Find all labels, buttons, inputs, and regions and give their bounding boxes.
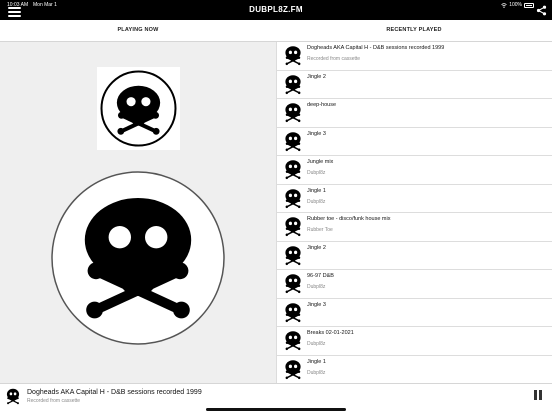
- skull-crossbones-icon: [6, 388, 20, 405]
- share-icon: [536, 5, 547, 16]
- status-indicators: 100%: [501, 2, 534, 8]
- list-item-subtitle: Dubpl8z: [307, 170, 326, 176]
- list-item-title: Jingle 3: [307, 301, 326, 308]
- list-item-subtitle: Dubpl8z: [307, 369, 326, 376]
- skull-crossbones-icon: [283, 101, 303, 123]
- list-item[interactable]: Jingle 1 Dubpl8z: [277, 184, 552, 213]
- skull-crossbones-icon: [283, 73, 303, 95]
- player-track-title: Dogheads AKA Capital H - D&B sessions re…: [27, 389, 202, 396]
- skull-crossbones-icon: [283, 44, 303, 66]
- mini-player: Dogheads AKA Capital H - D&B sessions re…: [0, 383, 552, 414]
- tab-playing-now[interactable]: PLAYING NOW: [0, 20, 276, 41]
- list-item[interactable]: Jungle mix Dubpl8z: [277, 156, 552, 185]
- list-item-title: Jingle 1: [307, 187, 326, 194]
- list-item-title: Jingle 2: [307, 73, 326, 80]
- station-logo: [97, 67, 180, 150]
- playing-now-panel: [0, 42, 276, 383]
- list-item-subtitle: Dubpl8z: [307, 341, 326, 347]
- list-item-title: Breaks 02-01-2021: [307, 330, 354, 336]
- list-item[interactable]: Jingle 2: [277, 70, 552, 99]
- list-item-title: Jungle mix: [307, 159, 334, 165]
- battery-percent: 100%: [509, 2, 522, 8]
- skull-crossbones-icon: [283, 187, 303, 209]
- list-item-title: Dogheads AKA Capital H - D&B sessions re…: [307, 45, 445, 51]
- list-item-title: Jingle 2: [307, 244, 326, 251]
- recently-played-list: Dogheads AKA Capital H - D&B sessions re…: [276, 42, 552, 383]
- list-item[interactable]: Dogheads AKA Capital H - D&B sessions re…: [277, 42, 552, 71]
- list-item[interactable]: Rubber toe - disco/funk house mix Rubber …: [277, 213, 552, 242]
- pause-icon: [534, 390, 537, 400]
- list-item-subtitle: Dubpl8z: [307, 198, 326, 205]
- list-item[interactable]: Jingle 3: [277, 298, 552, 327]
- pause-button[interactable]: [533, 390, 543, 401]
- list-item-title: deep-house: [307, 102, 337, 108]
- list-item-title: 96-97 D&B: [307, 273, 334, 279]
- tab-recently-played[interactable]: RECENTLY PLAYED: [276, 20, 552, 41]
- list-item[interactable]: Jingle 2: [277, 241, 552, 270]
- list-item-subtitle: Recorded from cassette: [307, 56, 361, 62]
- share-button[interactable]: [536, 5, 547, 16]
- now-playing-artwork: [50, 170, 226, 346]
- player-track-subtitle: Recorded from cassette: [27, 398, 81, 404]
- battery-icon: [524, 2, 534, 8]
- list-item[interactable]: Jingle 3: [277, 127, 552, 156]
- home-indicator[interactable]: [206, 408, 346, 411]
- list-item-subtitle: Dubpl8z: [307, 284, 326, 290]
- skull-crossbones-icon: [283, 244, 303, 266]
- player-artwork: [5, 387, 21, 405]
- skull-crossbones-icon: [51, 171, 225, 345]
- skull-crossbones-icon: [283, 130, 303, 152]
- list-item-title: Jingle 3: [307, 130, 326, 137]
- list-item-title: Jingle 1: [307, 358, 326, 365]
- list-item[interactable]: deep-house: [277, 99, 552, 128]
- top-bar: 10:03 AM Mon Mar 1 DUBPL8Z.FM 100%: [0, 0, 552, 20]
- skull-crossbones-icon: [283, 301, 303, 323]
- skull-crossbones-icon: [283, 358, 303, 380]
- list-item[interactable]: Jingle 1 Dubpl8z: [277, 355, 552, 383]
- list-item[interactable]: Breaks 02-01-2021 Dubpl8z: [277, 327, 552, 356]
- section-tabs: PLAYING NOW RECENTLY PLAYED: [0, 20, 552, 42]
- skull-crossbones-icon: [100, 70, 177, 147]
- skull-crossbones-icon: [283, 329, 303, 351]
- skull-crossbones-icon: [283, 272, 303, 294]
- list-item-subtitle: Rubber Toe: [307, 227, 333, 233]
- skull-crossbones-icon: [283, 215, 303, 237]
- list-item-title: Rubber toe - disco/funk house mix: [307, 216, 391, 222]
- wifi-icon: [501, 2, 507, 8]
- list-item[interactable]: 96-97 D&B Dubpl8z: [277, 270, 552, 299]
- skull-crossbones-icon: [283, 158, 303, 180]
- app-title: DUBPL8Z.FM: [249, 5, 303, 14]
